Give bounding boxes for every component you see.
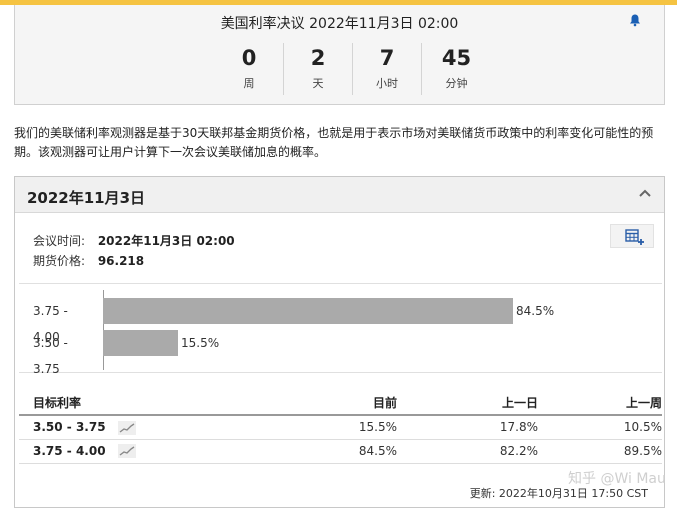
row-prev-week: 10.5% (538, 415, 662, 440)
row-prev-day: 17.8% (397, 415, 538, 440)
table-row: 3.50 - 3.75 15.5% 17.8% 10.5% (19, 415, 662, 440)
trend-chart-icon[interactable] (117, 420, 136, 435)
row-rate-cell: 3.50 - 3.75 (19, 415, 259, 440)
bar-value-label: 15.5% (181, 336, 220, 350)
bar-row: 3.75 - 4.00 84.5% (19, 298, 662, 344)
countdown-days: 2 天 (284, 43, 353, 95)
row-rate-cell: 3.75 - 4.00 (19, 439, 259, 464)
meeting-panel: 2022年11月3日 会议时间: 2022年11月3日 02:00 期货价格: … (14, 176, 665, 508)
meeting-time-row: 会议时间: 2022年11月3日 02:00 (33, 231, 235, 251)
countdown-weeks-label: 周 (243, 77, 255, 90)
row-rate: 3.50 - 3.75 (33, 420, 106, 434)
countdown-weeks: 0 周 (215, 43, 284, 95)
row-current: 84.5% (259, 439, 397, 464)
probability-table: 目标利率 目前 上一日 上一周 3.50 - 3.75 15.5% 17.8% … (19, 391, 662, 464)
countdown-weeks-value: 0 (241, 46, 257, 70)
countdown-units: 0 周 2 天 7 小时 45 分钟 (215, 43, 491, 95)
header-current: 目前 (259, 391, 397, 416)
countdown-days-label: 天 (312, 77, 324, 90)
countdown-minutes-label: 分钟 (445, 77, 468, 90)
countdown-card: 美国利率决议 2022年11月3日 02:00 0 周 2 天 7 小时 45 … (14, 5, 665, 105)
panel-title: 2022年11月3日 (27, 189, 146, 207)
bar-row: 3.50 - 3.75 15.5% (19, 330, 662, 376)
countdown-hours: 7 小时 (353, 43, 422, 95)
bell-icon[interactable] (628, 13, 642, 27)
bar-category-label: 3.50 - 3.75 (33, 336, 68, 376)
countdown-hours-value: 7 (379, 46, 395, 70)
table-add-icon (625, 229, 644, 245)
header-target-rate: 目标利率 (19, 391, 259, 416)
countdown-minutes-value: 45 (441, 46, 472, 70)
futures-price-row: 期货价格: 96.218 (33, 251, 235, 271)
countdown-title: 美国利率决议 2022年11月3日 02:00 (220, 16, 459, 32)
countdown-days-value: 2 (310, 46, 326, 70)
table-row: 3.75 - 4.00 84.5% 82.2% 89.5% (19, 439, 662, 464)
table-add-button[interactable] (610, 224, 654, 248)
panel-header[interactable]: 2022年11月3日 (15, 177, 664, 213)
intro-text: 我们的美联储利率观测器是基于30天联邦基金期货价格，也就是用于表示市场对美联储货… (14, 126, 654, 159)
futures-price-label: 期货价格: (33, 254, 86, 268)
countdown-minutes: 45 分钟 (422, 43, 491, 95)
meeting-time-value: 2022年11月3日 02:00 (97, 234, 235, 248)
table-header-row: 目标利率 目前 上一日 上一周 (19, 391, 662, 416)
trend-chart-icon[interactable] (117, 444, 136, 459)
futures-price-value: 96.218 (97, 254, 145, 268)
chevron-up-icon[interactable] (638, 188, 652, 198)
bar-value-label: 84.5% (516, 304, 555, 318)
watermark-text: 知乎 @Wi Mau (568, 471, 666, 487)
row-prev-day: 82.2% (397, 439, 538, 464)
header-prev-week: 上一周 (538, 391, 662, 416)
header-prev-day: 上一日 (397, 391, 538, 416)
countdown-hours-label: 小时 (376, 77, 398, 90)
meeting-time-label: 会议时间: (33, 234, 86, 248)
row-prev-week: 89.5% (538, 439, 662, 464)
row-current: 15.5% (259, 415, 397, 440)
bar-mark (103, 298, 513, 324)
probability-bar-chart: 3.75 - 4.00 84.5% 3.50 - 3.75 15.5% (19, 283, 662, 376)
bar-mark (103, 330, 178, 356)
row-rate: 3.75 - 4.00 (33, 443, 106, 458)
meeting-meta: 会议时间: 2022年11月3日 02:00 期货价格: 96.218 (33, 231, 235, 271)
